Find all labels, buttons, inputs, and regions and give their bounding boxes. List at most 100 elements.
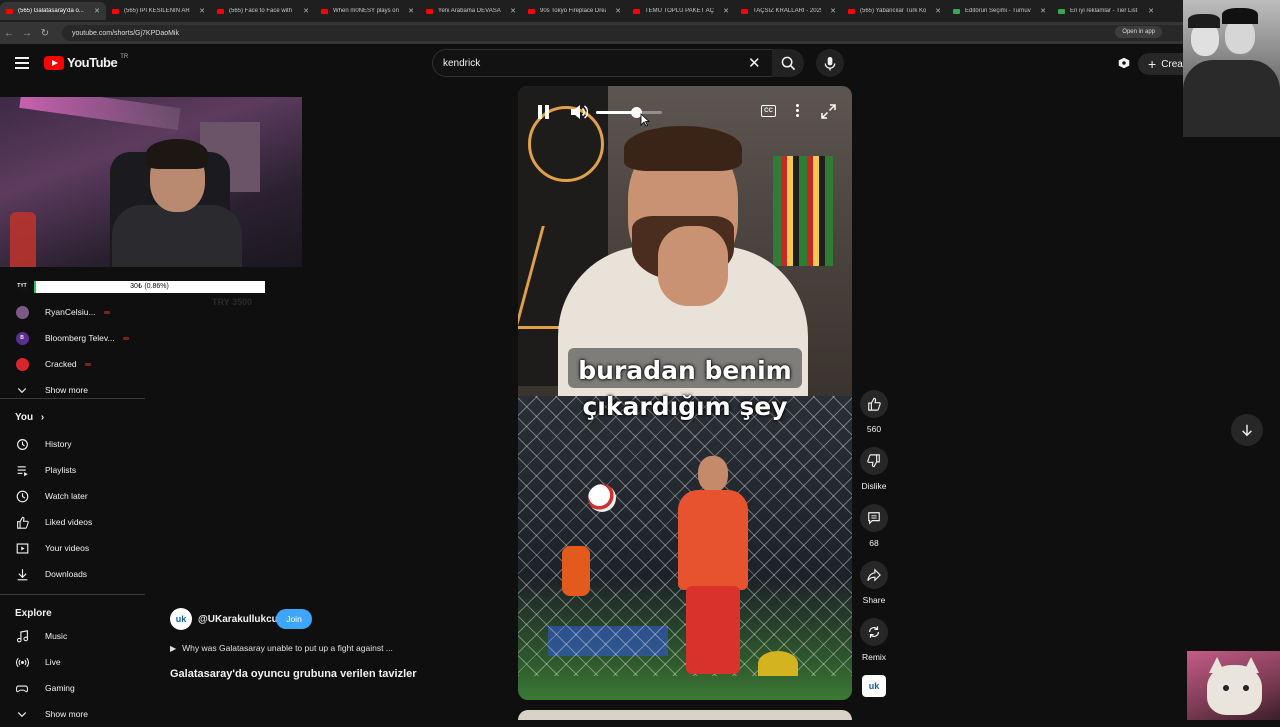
youtube-logo[interactable]: YouTube TR — [44, 53, 129, 70]
dislike-button[interactable] — [860, 447, 888, 475]
sidebar-item-watch-later[interactable]: Watch later — [0, 483, 145, 509]
browser-tab[interactable]: 90s Tokyo Fireplace Drea... ✕ — [522, 2, 627, 20]
next-video-preview[interactable] — [518, 710, 852, 720]
sidebar-subscription-item[interactable]: RyanCelsiu... — [0, 299, 145, 325]
next-video-button[interactable] — [1231, 414, 1263, 446]
browser-tab[interactable]: TEMU TOPLU PAKET AÇILI... ✕ — [627, 2, 735, 20]
show-more-label: Show more — [45, 709, 88, 719]
volume-icon[interactable] — [570, 104, 588, 120]
sidebar-subscription-item[interactable]: Cracked — [0, 351, 145, 377]
tab-close-icon[interactable]: ✕ — [935, 7, 941, 15]
browser-tab[interactable]: (565) İPİ KESİLENİN ARAS... ✕ — [106, 2, 211, 20]
join-button[interactable]: Join — [276, 609, 312, 629]
sidebar-item-live[interactable]: Live — [0, 649, 145, 675]
play-triangle-icon: ▶ — [170, 643, 177, 653]
tab-close-icon[interactable]: ✕ — [1040, 7, 1046, 15]
live-indicator-icon — [122, 336, 129, 340]
url-field[interactable]: youtube.com/shorts/Gj7KPDaoMik — [62, 25, 1242, 41]
browser-tab[interactable]: When m0NESY plays on F... ✕ — [315, 2, 420, 20]
tab-favicon-icon — [1058, 8, 1065, 14]
channel-handle[interactable]: @UKarakullukcu — [198, 614, 278, 625]
sidebar-item-label: Live — [45, 657, 61, 667]
forward-icon[interactable]: → — [18, 28, 36, 39]
show-more-button[interactable]: Show more — [0, 377, 145, 403]
show-more-button[interactable]: Show more — [0, 701, 145, 727]
hamburger-menu-icon[interactable] — [15, 57, 29, 69]
history-icon — [15, 437, 29, 451]
tab-close-icon[interactable]: ✕ — [1148, 7, 1154, 15]
tab-favicon-icon — [528, 8, 535, 14]
tab-close-icon[interactable]: ✕ — [94, 7, 100, 15]
voice-search-button[interactable] — [816, 49, 844, 77]
tab-close-icon[interactable]: ✕ — [408, 7, 414, 15]
sidebar-section-you[interactable]: You › — [15, 412, 44, 423]
sidebar-item-label: History — [45, 439, 72, 449]
tab-close-icon[interactable]: ✕ — [199, 7, 205, 15]
sidebar-subscription-item[interactable]: B Bloomberg Telev... — [0, 325, 145, 351]
tab-label: (565) Galatasaray'da o... — [18, 8, 84, 14]
comments-button[interactable] — [860, 504, 888, 532]
cat-reaction-overlay — [1187, 651, 1280, 720]
share-label: Share — [862, 595, 886, 605]
sidebar-item-history[interactable]: History — [0, 431, 145, 457]
comment-count: 68 — [869, 538, 879, 548]
sidebar-item-downloads[interactable]: Downloads — [0, 561, 145, 587]
browser-tab[interactable]: Yeni Arabama DEVASA SE... ✕ — [420, 2, 522, 20]
studio-icon[interactable] — [1117, 56, 1131, 70]
donation-goal-label: TRY 3500 — [212, 297, 253, 307]
shorts-video-player[interactable]: buradan benim çıkardığım şey — [518, 86, 852, 700]
video-title[interactable]: Galatasaray'da oyuncu grubuna verilen ta… — [170, 668, 417, 680]
channel-avatar — [15, 305, 29, 319]
search-input[interactable]: kendrick — [432, 49, 772, 77]
sidebar-item-gaming[interactable]: Gaming — [0, 675, 145, 701]
related-video-link[interactable]: ▶ Why was Galatasaray unable to put up a… — [170, 643, 393, 653]
sidebar: TYTThe Young TurksRyanCelsiu...BBloomber… — [0, 264, 150, 720]
tab-label: TEMU TOPLU PAKET AÇILI... — [645, 8, 714, 14]
browser-tab[interactable]: (565) Yabancılar Türk Kon... ✕ — [842, 2, 947, 20]
remix-button[interactable] — [860, 618, 888, 646]
sidebar-item-label: Liked videos — [45, 517, 93, 527]
browser-tab[interactable]: (565) Galatasaray'da o... ✕ — [0, 2, 106, 20]
sidebar-subscription-label: Cracked — [45, 359, 77, 369]
reload-icon[interactable]: ↻ — [36, 28, 54, 39]
watch-later-icon — [15, 489, 29, 503]
open-in-app-button[interactable]: Open in app — [1115, 26, 1162, 38]
closed-captions-button[interactable]: CC — [761, 105, 776, 117]
sidebar-item-liked-videos[interactable]: Liked videos — [0, 509, 145, 535]
sidebar-item-playlists[interactable]: Playlists — [0, 457, 145, 483]
tab-favicon-icon — [953, 8, 960, 14]
tab-close-icon[interactable]: ✕ — [510, 7, 516, 15]
thumbs-up-icon — [15, 515, 29, 529]
historical-photo-overlay — [1183, 0, 1280, 137]
share-button[interactable] — [860, 561, 888, 589]
channel-avatar[interactable]: uk — [170, 608, 192, 630]
like-button[interactable] — [860, 390, 888, 418]
tab-close-icon[interactable]: ✕ — [723, 7, 729, 15]
you-header-label: You — [15, 412, 34, 423]
search-button[interactable] — [772, 49, 804, 77]
country-code: TR — [120, 53, 129, 60]
live-indicator-icon — [103, 310, 110, 314]
clear-search-icon[interactable]: ✕ — [748, 54, 761, 72]
browser-tab-strip: (565) Galatasaray'da o... ✕ (565) İPİ KESİ… — [0, 0, 1280, 22]
sidebar-item-your-videos[interactable]: Your videos — [0, 535, 145, 561]
tab-close-icon[interactable]: ✕ — [615, 7, 621, 15]
volume-slider[interactable] — [596, 111, 662, 114]
fullscreen-icon[interactable] — [821, 104, 836, 119]
browser-tab[interactable]: (565) Face to Face with In... ✕ — [211, 2, 315, 20]
pause-button[interactable] — [538, 105, 550, 119]
tab-close-icon[interactable]: ✕ — [830, 7, 836, 15]
sidebar-item-music[interactable]: Music — [0, 623, 145, 649]
more-options-icon[interactable] — [796, 104, 800, 119]
chevron-right-icon: › — [38, 412, 45, 423]
gaming-icon — [15, 681, 29, 695]
back-icon[interactable]: ← — [0, 28, 18, 39]
browser-tab[interactable]: Editörün Seçimi - Turnuva ✕ — [947, 2, 1052, 20]
tab-close-icon[interactable]: ✕ — [303, 7, 309, 15]
sidebar-divider — [0, 594, 145, 595]
channel-avatar: B — [15, 331, 29, 345]
sidebar-item-label: Music — [45, 631, 68, 641]
browser-tab[interactable]: En iyi reklamlar - Tier List ✕ — [1052, 2, 1160, 20]
browser-tab[interactable]: TAÇSIZ KRALLARI - 2025... ✕ — [735, 2, 842, 20]
sound-channel-avatar[interactable]: uk — [862, 675, 886, 697]
